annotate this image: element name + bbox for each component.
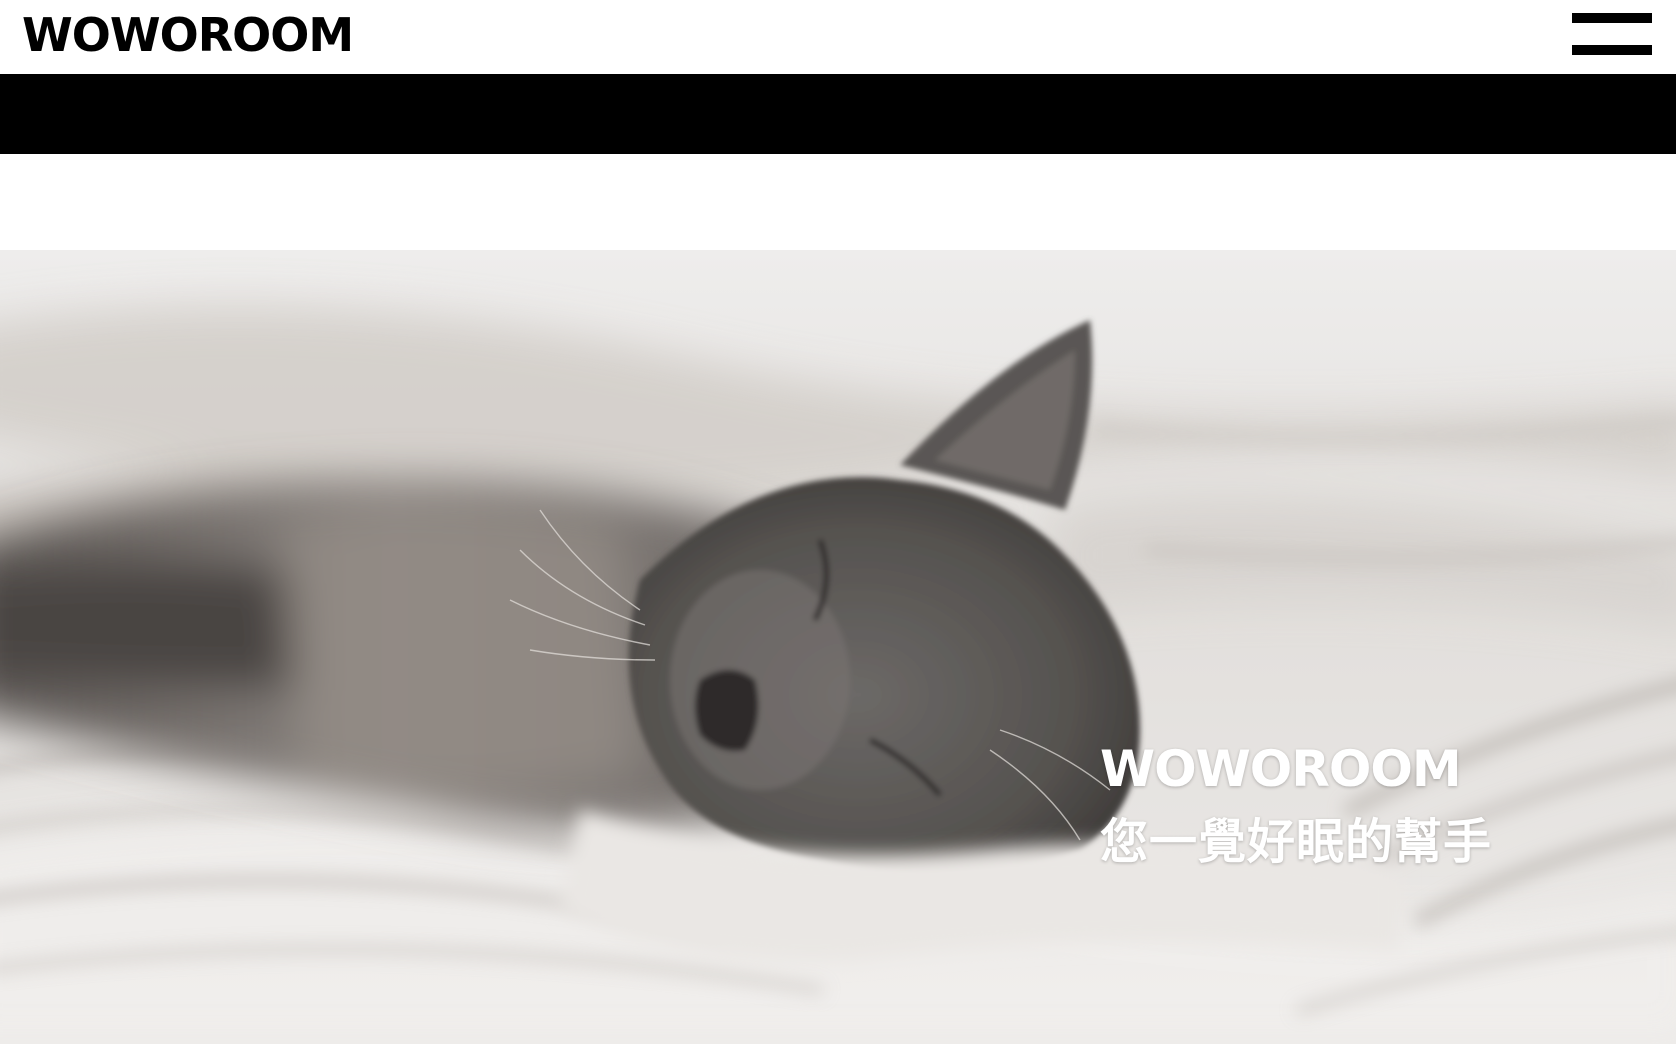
hero-slogan: 您一覺好眠的幫手	[1100, 814, 1493, 870]
menu-bar-bottom	[1572, 45, 1652, 55]
hero-banner: WOWOROOM 您一覺好眠的幫手	[0, 250, 1676, 1044]
hero-cat-photo	[0, 250, 1676, 1044]
site-header: WOWOROOM	[0, 0, 1676, 74]
menu-bar-top	[1572, 13, 1652, 23]
site-logo[interactable]: WOWOROOM	[22, 6, 354, 64]
page: WOWOROOM WOWOROOM 您一覺好眠的幫手	[0, 0, 1676, 1044]
black-banner-strip	[0, 74, 1676, 154]
hero-caption: WOWOROOM 您一覺好眠的幫手	[1100, 736, 1492, 872]
hamburger-menu-icon[interactable]	[1564, 11, 1652, 57]
hero-brand: WOWOROOM	[1100, 740, 1462, 798]
